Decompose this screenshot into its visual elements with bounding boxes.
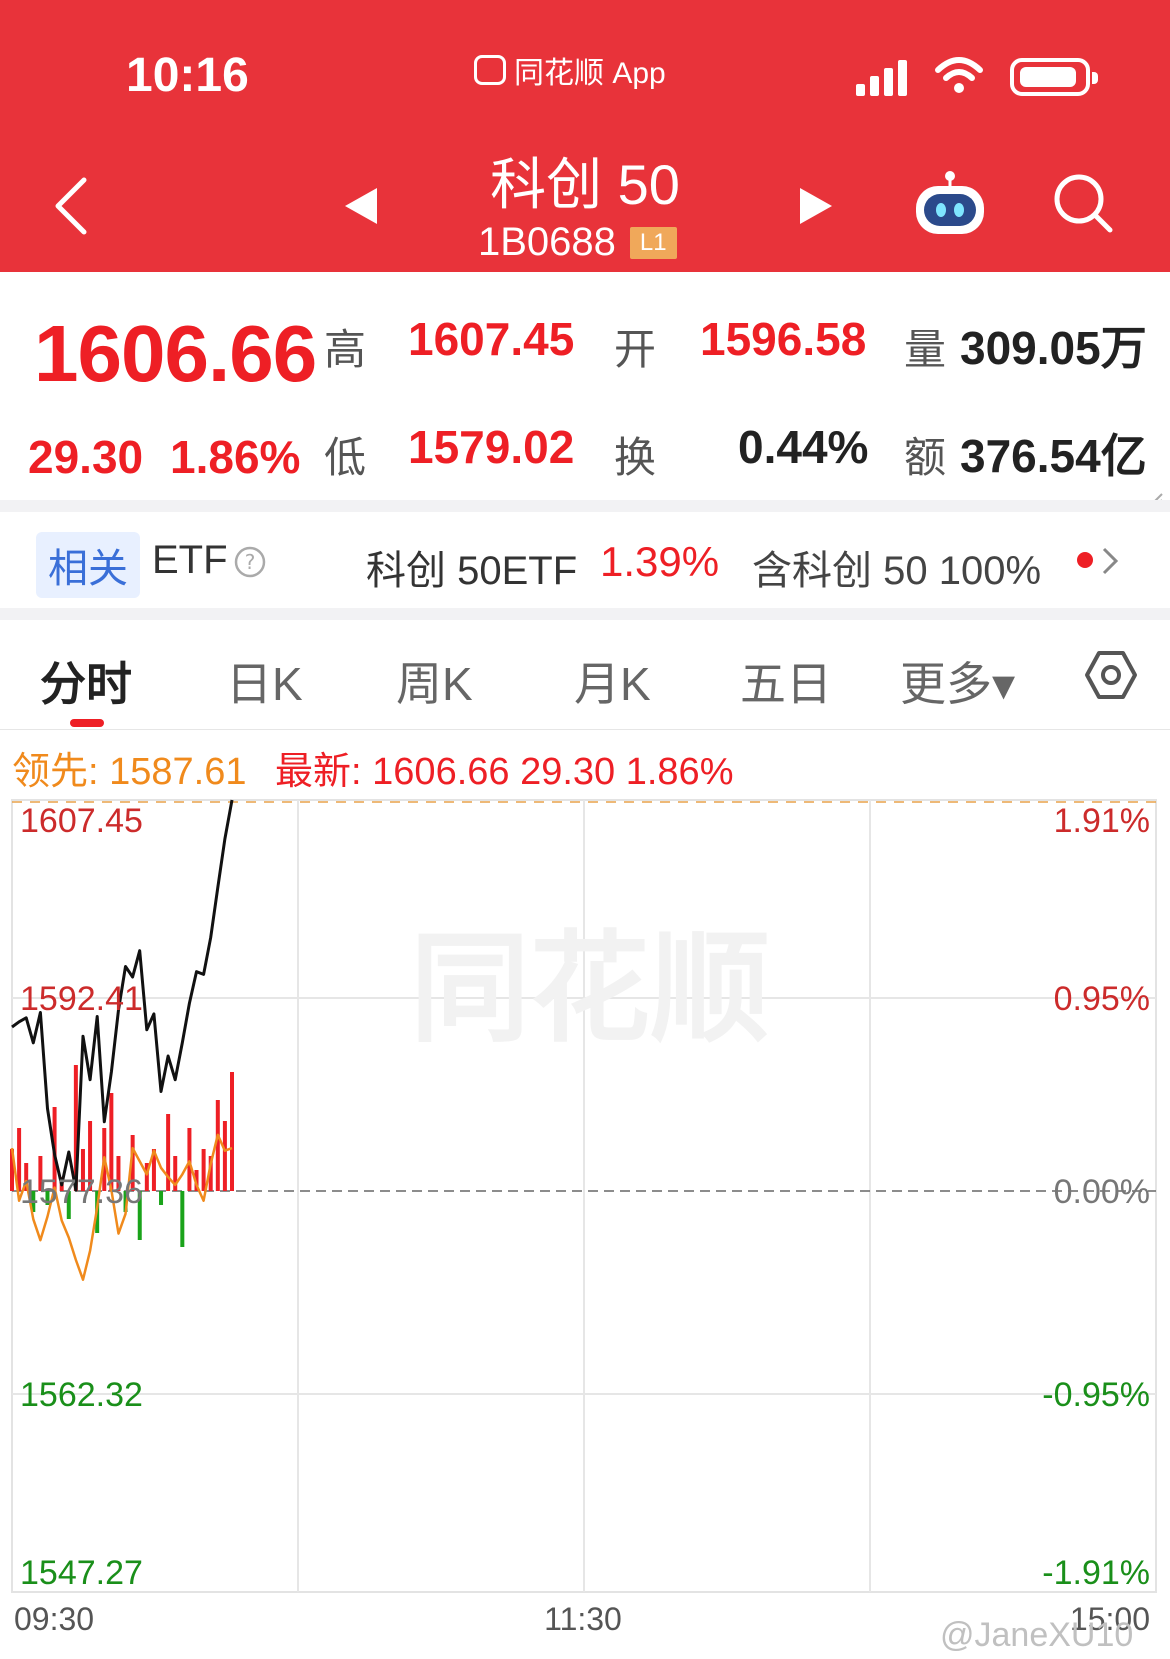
y-axis-label-right: -0.95% (1042, 1376, 1150, 1414)
volume-bar (222, 1121, 227, 1191)
tab-intraday[interactable]: 分时 (40, 648, 132, 714)
low-value: 1579.02 (408, 421, 575, 473)
y-axis-label-right: 1.91% (1054, 802, 1150, 840)
etf-label: ETF (152, 538, 228, 582)
status-time: 10:16 (126, 49, 249, 102)
price-change-pct: 1.86% (170, 431, 301, 483)
status-app: 同花顺 App (474, 48, 666, 92)
last-price: 1606.66 (34, 309, 317, 398)
high-label: 高 (324, 326, 367, 373)
x-axis-label: 11:30 (544, 1601, 622, 1637)
amount-label: 额 (904, 434, 947, 481)
y-axis-label-left: 1607.45 (20, 802, 143, 840)
tab-five-day[interactable]: 五日 (740, 648, 832, 714)
x-axis-label: 09:30 (14, 1601, 94, 1637)
stock-code: 1B0688 L1 (478, 220, 677, 265)
y-axis-label-left: 1547.27 (20, 1554, 143, 1592)
help-icon[interactable]: ? (233, 545, 267, 579)
y-axis-label-right: 0.95% (1054, 980, 1150, 1018)
volume-bar (201, 1149, 206, 1191)
settings-icon[interactable] (1084, 648, 1138, 702)
tab-weekly-k[interactable]: 周K (396, 648, 473, 714)
chevron-right-icon[interactable] (1100, 546, 1120, 576)
section-divider (0, 500, 1170, 512)
tab-daily-k[interactable]: 日K (226, 648, 303, 714)
robot-assistant-icon[interactable] (910, 168, 990, 238)
etf-contains: 含科创 50 100% (752, 549, 1042, 593)
y-axis-label-right: 0.00% (1054, 1173, 1150, 1211)
app-logo-icon (474, 55, 506, 85)
brand-watermark: 同花顺 (410, 920, 770, 1059)
etf-change-pct: 1.39% (600, 538, 720, 585)
low-label: 低 (324, 434, 367, 481)
y-axis-label-right: -1.91% (1042, 1554, 1150, 1592)
next-stock-icon[interactable] (798, 186, 834, 226)
intraday-chart[interactable]: 同花顺 1607.45 1592.41 1577.36 1562.32 1547.27 1.… (0, 780, 1170, 1659)
signal-icon (856, 58, 907, 96)
tab-active-indicator (70, 719, 104, 727)
wifi-icon (935, 57, 983, 93)
notification-dot (1077, 552, 1093, 568)
volume-value: 309.05万 (960, 322, 1147, 374)
open-label: 开 (614, 326, 657, 373)
volume-label: 量 (904, 326, 947, 373)
y-axis-label-left: 1562.32 (20, 1376, 143, 1414)
section-divider (0, 608, 1170, 620)
y-axis-label-left: 1577.36 (20, 1173, 143, 1211)
volume-bar (180, 1191, 185, 1247)
svg-text:?: ? (245, 550, 256, 574)
turnover-label: 换 (614, 434, 657, 481)
volume-bar (187, 1128, 192, 1191)
volume-bar (230, 1072, 234, 1191)
turnover-value: 0.44% (738, 421, 869, 473)
tab-more[interactable]: 更多▾ (900, 648, 1015, 714)
watermark: @JaneXU10 (940, 1616, 1134, 1654)
level-badge: L1 (629, 226, 677, 259)
status-app-name: 同花顺 App (514, 57, 666, 90)
price-change: 29.30 (28, 431, 144, 483)
amount-value: 376.54亿 (960, 430, 1147, 482)
volume-bar (159, 1191, 164, 1205)
search-icon[interactable] (1052, 172, 1114, 234)
y-axis-label-left: 1592.41 (20, 980, 143, 1018)
page-title: 科创 50 (490, 153, 680, 216)
high-value: 1607.45 (408, 313, 575, 365)
stock-code-text: 1B0688 (478, 220, 616, 264)
tab-monthly-k[interactable]: 月K (574, 648, 651, 714)
related-tag: 相关 (36, 532, 140, 598)
open-value: 1596.58 (700, 313, 867, 365)
battery-icon (1010, 58, 1098, 96)
etf-name[interactable]: 科创 50ETF (366, 538, 577, 596)
